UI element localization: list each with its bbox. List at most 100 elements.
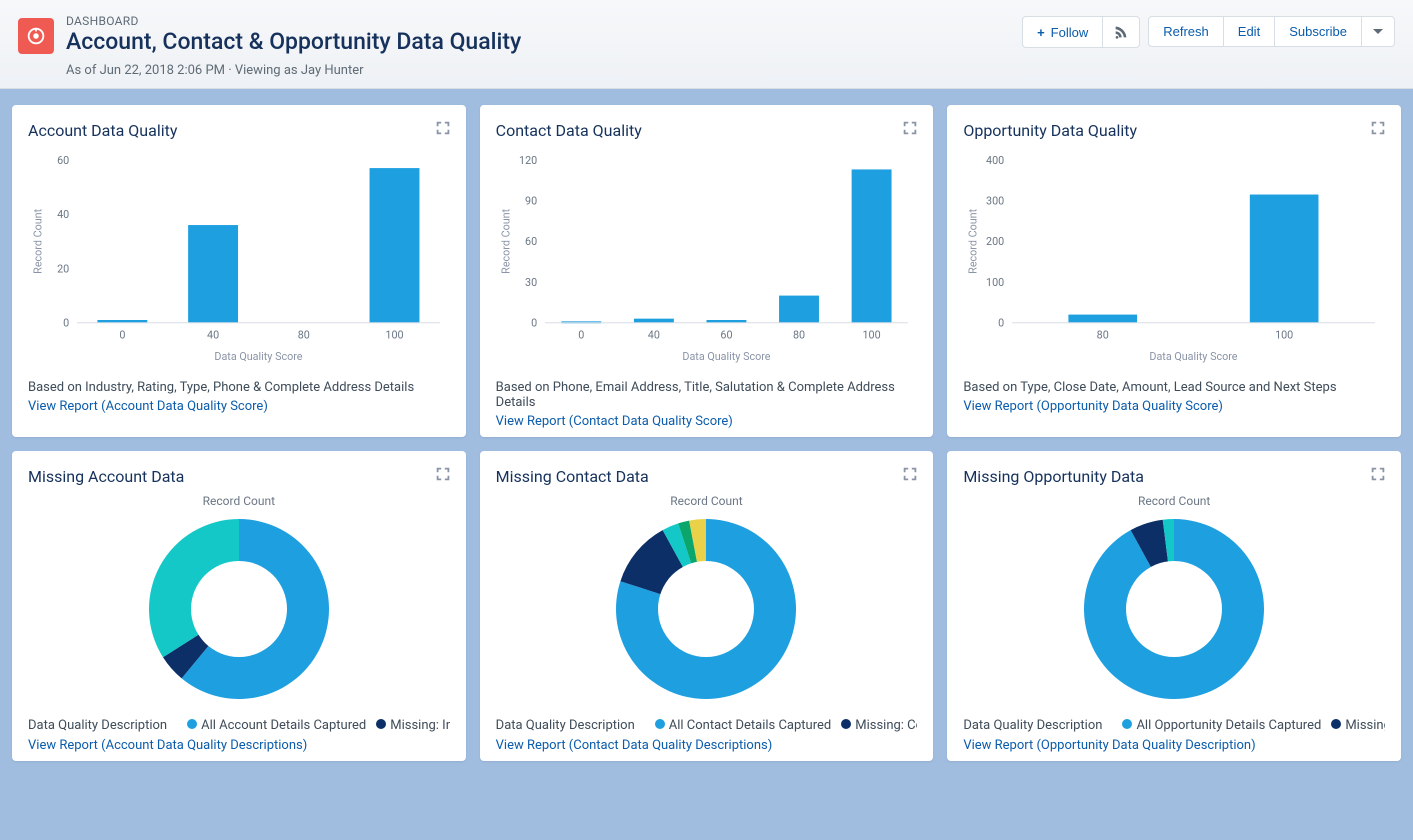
svg-text:300: 300 <box>986 195 1004 208</box>
svg-text:Data Quality Score: Data Quality Score <box>214 350 302 363</box>
donut-chart-account <box>144 514 334 704</box>
card-account-data-quality: Account Data Quality 0 20 40 60 Record Count… <box>12 105 466 437</box>
donut-subtitle: Record Count <box>203 494 275 508</box>
legend-swatch-icon <box>841 719 851 729</box>
svg-text:Data Quality Score: Data Quality Score <box>682 350 770 363</box>
card-title: Missing Contact Data <box>496 467 918 486</box>
legend-label: Data Quality Description <box>496 718 635 733</box>
donut-chart-opportunity <box>1079 514 1269 704</box>
card-missing-contact-data: Missing Contact Data Record Count Data Q… <box>480 451 934 761</box>
refresh-button[interactable]: Refresh <box>1148 16 1224 47</box>
donut-subtitle: Record Count <box>670 494 742 508</box>
svg-text:40: 40 <box>207 328 219 341</box>
legend-item: All Contact Details Captured <box>669 718 831 733</box>
svg-text:120: 120 <box>519 154 537 167</box>
view-report-link[interactable]: View Report (Opportunity Data Quality Sc… <box>963 399 1223 414</box>
page-meta: As of Jun 22, 2018 2:06 PM · Viewing as … <box>66 63 521 78</box>
svg-text:100: 100 <box>862 328 880 341</box>
card-missing-account-data: Missing Account Data Record Count Data Q… <box>12 451 466 761</box>
card-missing-opportunity-data: Missing Opportunity Data Record Count Da… <box>947 451 1401 761</box>
svg-text:20: 20 <box>57 262 69 275</box>
page-header: DASHBOARD Account, Contact & Opportunity… <box>0 0 1413 89</box>
legend-item: Missing: Ind <box>390 718 449 733</box>
view-report-link[interactable]: View Report (Account Data Quality Descri… <box>28 738 307 753</box>
subscribe-button[interactable]: Subscribe <box>1275 16 1362 47</box>
card-opportunity-data-quality: Opportunity Data Quality 0 100 200 300 400 Re… <box>947 105 1401 437</box>
card-note: Based on Industry, Rating, Type, Phone &… <box>28 380 450 395</box>
legend-item: All Opportunity Details Captured <box>1136 718 1321 733</box>
plus-icon: + <box>1037 25 1045 40</box>
legend-swatch-icon <box>187 719 197 729</box>
svg-text:100: 100 <box>385 328 403 341</box>
follow-label: Follow <box>1051 25 1089 40</box>
svg-text:100: 100 <box>1275 328 1293 341</box>
svg-text:200: 200 <box>986 235 1004 248</box>
svg-text:100: 100 <box>986 276 1004 289</box>
svg-text:0: 0 <box>998 317 1004 330</box>
follow-button[interactable]: + Follow <box>1022 16 1103 48</box>
svg-text:80: 80 <box>793 328 805 341</box>
svg-text:80: 80 <box>298 328 310 341</box>
page-title: Account, Contact & Opportunity Data Qual… <box>66 28 521 55</box>
card-title: Opportunity Data Quality <box>963 121 1385 140</box>
svg-text:Record Count: Record Count <box>32 208 45 273</box>
expand-icon[interactable] <box>901 465 919 483</box>
legend: Data Quality Description All Account Det… <box>28 716 450 734</box>
view-report-link[interactable]: View Report (Opportunity Data Quality De… <box>963 738 1255 753</box>
bar-chart-account: 0 20 40 60 Record Count 0 40 80 100 Data Quality … <box>28 148 450 368</box>
view-report-link[interactable]: View Report (Account Data Quality Score) <box>28 399 268 414</box>
card-title: Missing Opportunity Data <box>963 467 1385 486</box>
more-actions-button[interactable] <box>1362 16 1395 47</box>
view-report-link[interactable]: View Report (Contact Data Quality Descri… <box>496 738 773 753</box>
svg-text:Data Quality Score: Data Quality Score <box>1150 350 1238 363</box>
card-title: Contact Data Quality <box>496 121 918 140</box>
svg-text:60: 60 <box>525 235 537 248</box>
svg-text:Record Count: Record Count <box>967 208 980 273</box>
edit-button[interactable]: Edit <box>1224 16 1275 47</box>
dashboard-grid: Account Data Quality 0 20 40 60 Record Count… <box>0 89 1413 777</box>
legend-label: Data Quality Description <box>963 718 1102 733</box>
svg-text:Record Count: Record Count <box>499 208 512 273</box>
view-report-link[interactable]: View Report (Contact Data Quality Score) <box>496 414 733 429</box>
legend-swatch-icon <box>1122 719 1132 729</box>
feed-icon <box>1113 24 1129 40</box>
card-note: Based on Phone, Email Address, Title, Sa… <box>496 380 918 410</box>
svg-text:60: 60 <box>57 154 69 167</box>
legend-swatch-icon <box>1331 719 1341 729</box>
card-title: Missing Account Data <box>28 467 450 486</box>
svg-text:400: 400 <box>986 154 1004 167</box>
legend-item: Missing <box>1345 718 1385 733</box>
svg-text:40: 40 <box>647 328 659 341</box>
donut-subtitle: Record Count <box>1138 494 1210 508</box>
svg-text:40: 40 <box>57 208 69 221</box>
legend: Data Quality Description All Contact Det… <box>496 716 918 734</box>
feed-button[interactable] <box>1103 16 1140 48</box>
expand-icon[interactable] <box>434 465 452 483</box>
expand-icon[interactable] <box>434 119 452 137</box>
legend-swatch-icon <box>376 719 386 729</box>
legend: Data Quality Description All Opportunity… <box>963 716 1385 734</box>
svg-text:0: 0 <box>578 328 584 341</box>
bar-chart-contact: 0 30 60 90 120 Record Count 0 40 60 80 100 Data Qua… <box>496 148 918 368</box>
legend-label: Data Quality Description <box>28 718 167 733</box>
legend-item: Missing: Cor <box>855 718 917 733</box>
dashboard-icon <box>18 18 54 54</box>
card-contact-data-quality: Contact Data Quality 0 30 60 90 120 Record Co… <box>480 105 934 437</box>
chevron-down-icon <box>1372 26 1384 38</box>
svg-text:0: 0 <box>63 317 69 330</box>
expand-icon[interactable] <box>1369 465 1387 483</box>
svg-text:0: 0 <box>531 317 537 330</box>
svg-text:90: 90 <box>525 195 537 208</box>
legend-item: All Account Details Captured <box>201 718 366 733</box>
expand-icon[interactable] <box>1369 119 1387 137</box>
svg-text:80: 80 <box>1097 328 1109 341</box>
card-note: Based on Type, Close Date, Amount, Lead … <box>963 380 1385 395</box>
legend-swatch-icon <box>655 719 665 729</box>
svg-text:0: 0 <box>119 328 125 341</box>
bar-chart-opportunity: 0 100 200 300 400 Record Count 80 100 Data Quali… <box>963 148 1385 368</box>
svg-text:30: 30 <box>525 276 537 289</box>
svg-text:60: 60 <box>720 328 732 341</box>
card-title: Account Data Quality <box>28 121 450 140</box>
eyebrow: DASHBOARD <box>66 14 521 28</box>
expand-icon[interactable] <box>901 119 919 137</box>
